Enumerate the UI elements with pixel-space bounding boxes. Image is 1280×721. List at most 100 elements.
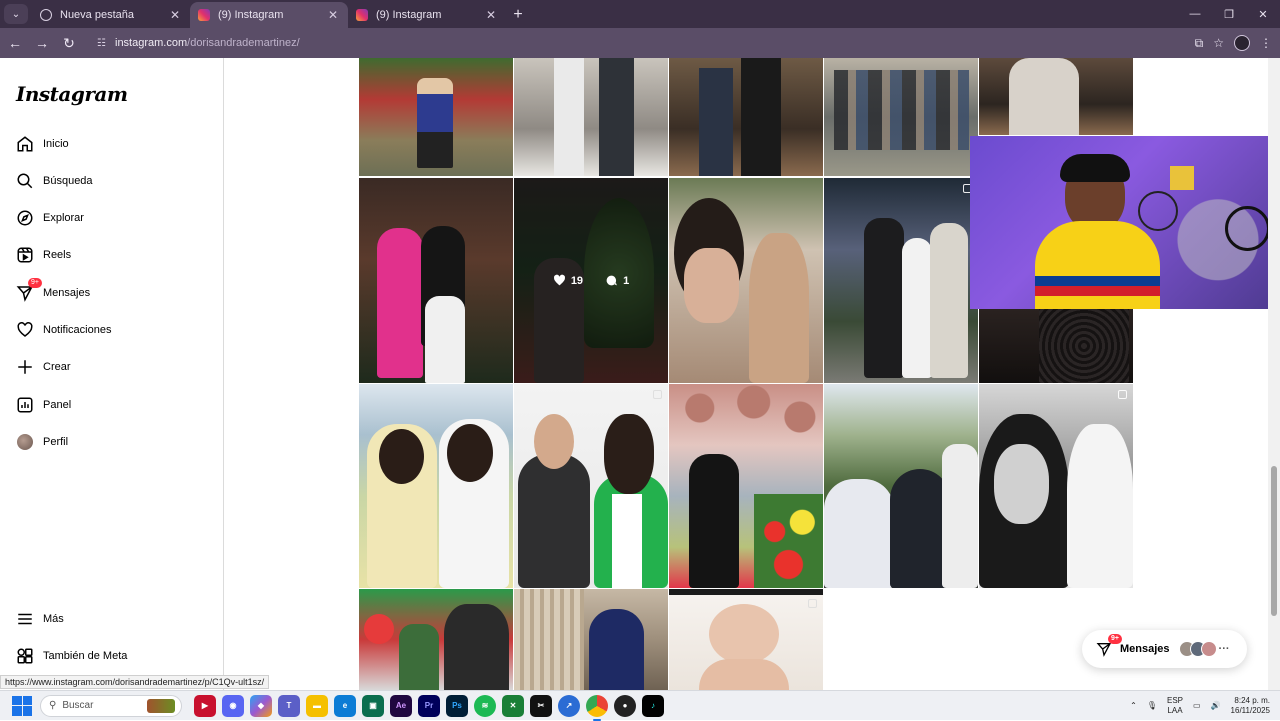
tab-search-button[interactable]: ⌄ [4,4,28,24]
tiktok-icon[interactable]: ♪ [642,694,664,717]
scrollbar-thumb[interactable] [1271,466,1277,616]
close-icon[interactable]: ✕ [326,8,340,22]
sidebar-item-reels[interactable]: Reels [0,237,224,273]
sidebar-item-label: Mensajes [43,287,91,299]
forward-icon[interactable]: → [30,31,54,55]
sidebar-item-label: Reels [43,249,72,261]
post-thumbnail[interactable] [669,178,823,383]
profile-avatar[interactable] [1234,35,1250,51]
reload-icon[interactable]: ↻ [57,31,81,55]
sidebar-item-busqueda[interactable]: Búsqueda [0,163,224,199]
language-indicator[interactable]: ESP LAA [1167,696,1183,716]
clock-date: 16/11/2025 [1230,705,1270,715]
taskbar-search[interactable]: ⚲ Buscar [40,694,182,717]
file-explorer-icon[interactable]: ▬ [306,694,328,717]
tab-title: (9) Instagram [218,9,284,21]
volume-icon[interactable]: 🔊 [1211,701,1221,710]
post-thumbnail[interactable] [824,58,978,176]
capcut-icon[interactable]: ✂ [530,694,552,717]
post-thumbnail[interactable] [359,178,513,383]
search-highlight-image [147,698,175,713]
post-thumbnail[interactable] [359,384,513,588]
instagram-logo[interactable]: Instagram [16,82,128,106]
post-thumbnail[interactable] [359,58,513,176]
post-thumbnail[interactable] [824,178,978,383]
sidebar-item-inicio[interactable]: Inicio [0,126,224,162]
microphone-icon[interactable]: 🎙 [1147,701,1157,710]
messenger-icon: 9+ [16,278,42,302]
sidebar-item-mas[interactable]: Más [0,601,224,637]
spotify-icon[interactable]: ≋ [474,694,496,717]
after-effects-icon[interactable]: Ae [390,694,412,717]
messages-floating-button[interactable]: 9+ Mensajes ··· [1082,630,1247,668]
premiere-icon[interactable]: Pr [418,694,440,717]
sidebar-item-mensajes[interactable]: 9+ Mensajes [0,275,224,311]
language-code: ESP [1167,695,1184,705]
home-icon [16,135,34,153]
sidebar-item-notificaciones[interactable]: Notificaciones [0,312,224,348]
clock[interactable]: 8:24 p. m. 16/11/2025 [1231,696,1270,716]
app-icon[interactable]: ↗ [558,694,580,717]
menu-icon [16,610,34,628]
new-tab-button[interactable]: + [506,2,530,28]
xbox-icon[interactable]: ✕ [502,694,524,717]
browser-toolbar: ← → ↻ ☷ instagram.com/dorisandrademartin… [0,28,1280,58]
messenger-icon: 9+ [1096,634,1122,657]
post-thumbnail[interactable] [669,58,823,176]
install-app-icon[interactable]: ⧉ [1195,36,1204,51]
obs-icon[interactable]: ● [614,694,636,717]
tab-title: Nueva pestaña [60,9,134,21]
post-thumbnail[interactable] [514,384,668,588]
sidebar-item-crear[interactable]: Crear [0,349,224,385]
tab-instagram[interactable]: (9) Instagram ✕ [348,2,506,28]
sidebar-item-tambien-de-meta[interactable]: También de Meta [0,638,224,674]
sidebar-item-perfil[interactable]: Perfil [0,424,224,460]
sidebar-item-label: También de Meta [43,650,128,662]
kebab-menu-icon[interactable]: ⋮ [1260,36,1272,50]
post-thumbnail[interactable] [514,589,668,690]
likes-heart-icon [553,274,565,286]
post-thumbnail[interactable] [979,58,1133,135]
photoshop-icon[interactable]: Ps [446,694,468,717]
post-thumbnail[interactable] [824,384,978,588]
restore-icon[interactable]: ❐ [1212,8,1246,21]
comments-count: 1 [623,274,630,287]
post-thumbnail-hovered[interactable]: 19 1 [514,178,668,383]
post-thumbnail[interactable] [669,589,823,690]
chrome-icon[interactable] [586,694,608,721]
bookmark-star-icon[interactable]: ☆ [1213,36,1224,50]
post-thumbnail[interactable] [359,589,513,690]
windows-start-icon[interactable] [12,695,32,716]
sidebar-item-label: Más [43,613,64,625]
post-thumbnail[interactable] [669,384,823,588]
post-thumbnail[interactable] [979,384,1133,588]
teams-icon[interactable]: T [278,694,300,717]
site-settings-icon[interactable]: ☷ [97,38,109,49]
discord-icon[interactable]: ◉ [222,694,244,717]
close-icon[interactable]: ✕ [484,8,498,22]
close-icon[interactable]: ✕ [168,8,182,22]
more-icon: ··· [1218,643,1230,655]
notification-badge: 9+ [28,278,42,288]
post-thumbnail[interactable] [514,58,668,176]
store-icon[interactable]: ▣ [362,694,384,717]
back-icon[interactable]: ← [3,31,27,55]
reels-icon [16,246,34,264]
app-icon[interactable]: ▶ [194,694,216,717]
sidebar-item-label: Inicio [43,138,69,150]
comments-bubble-icon [606,275,617,286]
chevron-up-icon[interactable]: ⌃ [1130,701,1137,710]
tab-nueva-pestana[interactable]: Nueva pestaña ✕ [32,2,190,28]
copilot-icon[interactable]: ◆ [250,694,272,717]
tab-instagram-active[interactable]: (9) Instagram ✕ [190,2,348,28]
minimize-icon[interactable]: — [1178,8,1212,20]
edge-icon[interactable]: e [334,694,356,717]
address-bar[interactable]: ☷ instagram.com/dorisandrademartinez/ [89,31,1169,55]
page-scrollbar[interactable] [1268,58,1280,690]
sidebar-item-explorar[interactable]: Explorar [0,200,224,236]
sidebar-item-label: Crear [43,361,71,373]
sidebar-item-panel[interactable]: Panel [0,387,224,423]
display-icon[interactable]: ▭ [1193,701,1201,710]
post-thumbnail[interactable] [979,309,1133,383]
close-window-icon[interactable]: ✕ [1246,8,1280,21]
